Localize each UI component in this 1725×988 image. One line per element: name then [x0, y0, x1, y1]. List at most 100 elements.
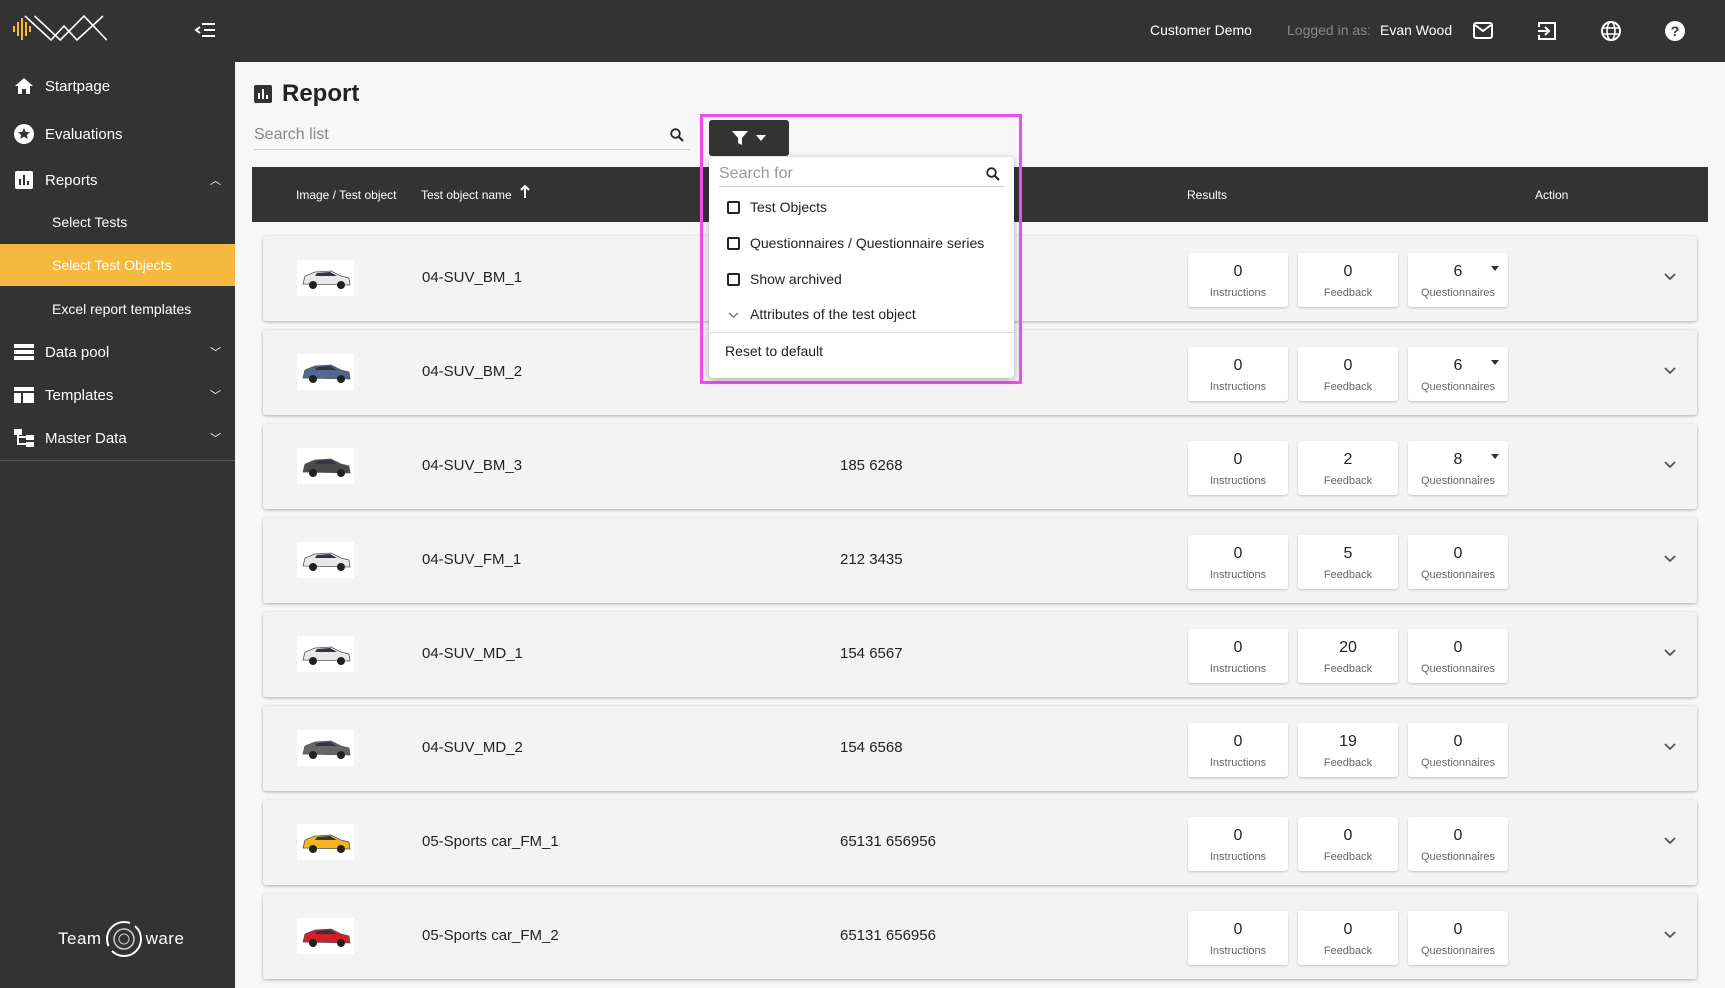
result-instructions[interactable]: 0 Instructions	[1188, 347, 1288, 401]
checkbox[interactable]	[727, 200, 740, 214]
result-count: 0	[1233, 733, 1243, 750]
result-instructions[interactable]: 0 Instructions	[1188, 817, 1288, 871]
filter-search-input[interactable]	[719, 165, 969, 183]
result-count: 20	[1339, 639, 1357, 656]
expand-row-chevron-icon[interactable]	[1663, 836, 1677, 846]
result-questionnaires[interactable]: 8 Questionnaires	[1408, 441, 1508, 495]
sidebar-subitem-select-tests[interactable]: Select Tests	[0, 201, 235, 243]
chevron-down-icon: ﹀	[210, 433, 221, 445]
sidebar-subitem-select-test-objects[interactable]: Select Test Objects	[0, 244, 235, 286]
result-questionnaires[interactable]: 0 Questionnaires	[1408, 535, 1508, 589]
result-count: 0	[1233, 451, 1243, 468]
filter-option-questionnaires[interactable]: Questionnaires / Questionnaire series	[727, 235, 984, 251]
caret-down-icon[interactable]	[1491, 266, 1499, 271]
header-name[interactable]: Test object name	[421, 188, 512, 202]
help-icon[interactable]: ?	[1665, 21, 1685, 41]
result-instructions[interactable]: 0 Instructions	[1188, 629, 1288, 683]
result-feedback[interactable]: 0 Feedback	[1298, 817, 1398, 871]
globe-icon[interactable]	[1601, 21, 1621, 41]
search-icon[interactable]	[986, 167, 1000, 181]
result-feedback[interactable]: 5 Feedback	[1298, 535, 1398, 589]
table-row[interactable]: 04-SUV_MD_1 154 6567 0 Instructions 20 Feed…	[263, 612, 1697, 697]
sidebar-item-evaluations[interactable]: Evaluations	[0, 113, 235, 155]
sidebar-item-startpage[interactable]: Startpage	[0, 65, 235, 107]
bar-chart-icon	[13, 169, 35, 191]
hierarchy-icon	[13, 427, 35, 449]
result-instructions[interactable]: 0 Instructions	[1188, 723, 1288, 777]
result-count: 0	[1343, 357, 1353, 374]
user-name: Evan Wood	[1380, 22, 1453, 38]
result-feedback[interactable]: 0 Feedback	[1298, 911, 1398, 965]
result-count: 0	[1453, 545, 1463, 562]
expand-row-chevron-icon[interactable]	[1663, 272, 1677, 282]
result-feedback[interactable]: 0 Feedback	[1298, 253, 1398, 307]
sidebar-subitem-excel-report-templates[interactable]: Excel report templates	[0, 288, 235, 330]
result-label: Instructions	[1209, 569, 1267, 581]
result-questionnaires[interactable]: 0 Questionnaires	[1408, 723, 1508, 777]
sidebar-item-master-data[interactable]: Master Data ﹀	[0, 417, 235, 459]
result-label: Questionnaires	[1421, 475, 1495, 487]
result-count: 0	[1233, 263, 1243, 280]
mail-icon[interactable]	[1473, 22, 1493, 39]
result-questionnaires[interactable]: 0 Questionnaires	[1408, 911, 1508, 965]
sidebar: Startpage Evaluations Reports ︿ Select T…	[0, 0, 235, 988]
logout-icon[interactable]	[1537, 21, 1557, 41]
test-object-image	[297, 824, 354, 860]
expand-row-chevron-icon[interactable]	[1663, 930, 1677, 940]
table-row[interactable]: 04-SUV_MD_2 154 6568 0 Instructions 19 Feed…	[263, 706, 1697, 791]
result-questionnaires[interactable]: 0 Questionnaires	[1408, 817, 1508, 871]
reset-to-default-button[interactable]: Reset to default	[725, 343, 823, 359]
expand-row-chevron-icon[interactable]	[1663, 460, 1677, 470]
filter-option-test-objects[interactable]: Test Objects	[727, 199, 827, 215]
expand-row-chevron-icon[interactable]	[1663, 742, 1677, 752]
divider	[709, 332, 1014, 333]
result-label: Feedback	[1323, 757, 1373, 769]
test-object-name: 05-Sports car_FM_1	[422, 833, 559, 850]
expand-row-chevron-icon[interactable]	[1663, 366, 1677, 376]
result-feedback[interactable]: 20 Feedback	[1298, 629, 1398, 683]
result-count: 0	[1233, 545, 1243, 562]
sidebar-item-templates[interactable]: Templates ﹀	[0, 374, 235, 416]
result-count: 0	[1233, 827, 1243, 844]
filter-search	[719, 165, 1004, 187]
sidebar-item-data-pool[interactable]: Data pool ﹀	[0, 331, 235, 373]
expand-row-chevron-icon[interactable]	[1663, 648, 1677, 658]
caret-down-icon[interactable]	[1491, 454, 1499, 459]
result-label: Feedback	[1323, 569, 1373, 581]
result-instructions[interactable]: 0 Instructions	[1188, 911, 1288, 965]
table-row[interactable]: 05-Sports car_FM_1 65131 656956 0 Instruc…	[263, 800, 1697, 885]
sidebar-item-label: Excel report templates	[52, 301, 192, 317]
search-list-input[interactable]	[254, 126, 654, 144]
caret-down-icon[interactable]	[1491, 360, 1499, 365]
result-feedback[interactable]: 0 Feedback	[1298, 347, 1398, 401]
search-icon[interactable]	[670, 128, 684, 142]
table-row[interactable]: 04-SUV_FM_1 212 3435 0 Instructions 5 Feedb…	[263, 518, 1697, 603]
customer-name[interactable]: Customer Demo	[1150, 22, 1252, 38]
table-row[interactable]: 05-Sports car_FM_2 65131 656956 0 Instruc…	[263, 894, 1697, 979]
expand-row-chevron-icon[interactable]	[1663, 554, 1677, 564]
filter-option-show-archived[interactable]: Show archived	[727, 271, 842, 287]
sidebar-item-reports[interactable]: Reports ︿	[0, 159, 235, 201]
result-questionnaires[interactable]: 6 Questionnaires	[1408, 253, 1508, 307]
result-feedback[interactable]: 19 Feedback	[1298, 723, 1398, 777]
filter-button[interactable]	[709, 120, 789, 156]
test-object-value: 185 6268	[840, 457, 903, 474]
result-count: 0	[1453, 639, 1463, 656]
checkbox[interactable]	[727, 236, 740, 250]
table-row[interactable]: 04-SUV_BM_3 185 6268 0 Instructions 2 Feedb…	[263, 424, 1697, 509]
result-questionnaires[interactable]: 0 Questionnaires	[1408, 629, 1508, 683]
result-instructions[interactable]: 0 Instructions	[1188, 253, 1288, 307]
filter-attributes-expander[interactable]: Attributes of the test object	[727, 306, 916, 322]
test-object-image	[297, 354, 354, 390]
result-label: Instructions	[1209, 287, 1267, 299]
sort-ascending-icon[interactable]	[520, 185, 530, 199]
result-feedback[interactable]: 2 Feedback	[1298, 441, 1398, 495]
checkbox[interactable]	[727, 272, 740, 286]
result-questionnaires[interactable]: 6 Questionnaires	[1408, 347, 1508, 401]
chevron-down-icon: ﹀	[210, 390, 221, 402]
collapse-menu-icon[interactable]	[194, 22, 216, 38]
result-instructions[interactable]: 0 Instructions	[1188, 441, 1288, 495]
result-count: 0	[1233, 357, 1243, 374]
result-instructions[interactable]: 0 Instructions	[1188, 535, 1288, 589]
option-label: Show archived	[750, 271, 842, 287]
